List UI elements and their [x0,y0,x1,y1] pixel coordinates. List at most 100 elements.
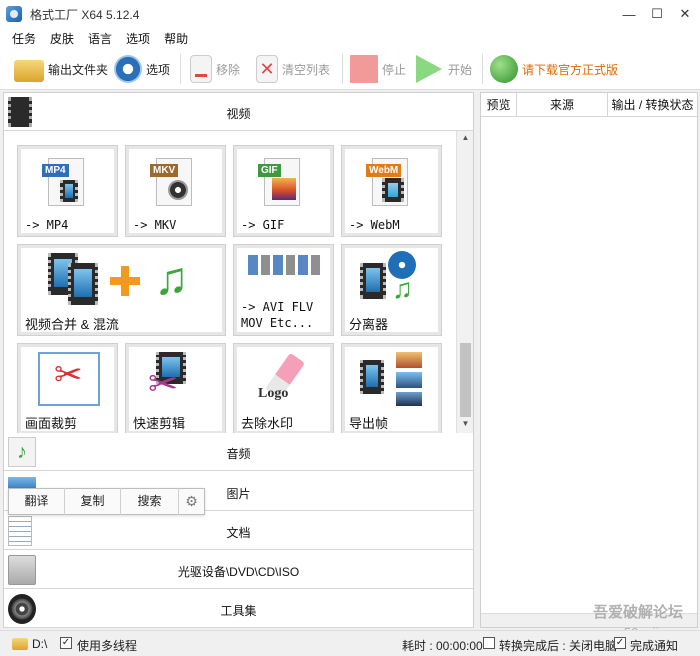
toolbar: 输出文件夹 选项 移除 ✕ 清空列表 停止 开始 请下载官方正式版 [0,48,700,90]
title-bar: 格式工厂 X64 5.12.4 — ☐ ✕ [0,0,700,28]
scissors-icon: ✂ [148,363,179,404]
column-output-status[interactable]: 输出 / 转换状态 [608,93,697,117]
toolbar-separator [180,54,181,84]
options-button[interactable]: 选项 [114,54,170,84]
webm-file-icon: WebM [366,154,410,208]
tile-label: 视频合并 & 混流 [25,317,119,332]
tile-label: 分离器 [349,317,389,332]
gif-tag: GIF [258,164,281,177]
options-gear-icon [114,55,142,83]
tile-remove-watermark[interactable]: Logo 去除水印 [233,343,334,433]
tile-label: -> AVI FLV MOV Etc... [241,300,314,330]
search-button[interactable]: 搜索 [121,488,179,515]
webm-tag: WebM [366,164,402,177]
menu-language[interactable]: 语言 [88,30,112,47]
clear-list-icon: ✕ [256,55,278,83]
tile-label: -> GIF [241,218,285,232]
maximize-button[interactable]: ☐ [642,0,672,28]
menu-bar: 任务 皮肤 语言 选项 帮助 [0,28,700,48]
remove-button[interactable]: 移除 [190,54,240,84]
tile-crop[interactable]: ✂ 画面裁剪 [17,343,118,433]
frames-photo-icon [396,352,422,368]
scroll-up-icon[interactable]: ▲ [457,133,474,145]
category-document[interactable]: 文档 [4,512,473,550]
music-note-icon: ♫ [392,273,413,304]
play-icon [416,55,442,83]
download-official-button[interactable]: 请下载官方正式版 [490,54,618,84]
category-video-label: 视频 [226,107,251,121]
tile-label: -> WebM [349,218,400,232]
notify-checkbox[interactable]: ✓ [614,637,626,649]
function-panel: 视频 MP4 -> MP4 MKV -> MKV GIF -> GIF WebM… [3,92,474,628]
tile-label: -> MKV [133,218,177,232]
column-source[interactable]: 来源 [517,93,608,117]
tile-to-gif[interactable]: GIF -> GIF [233,145,334,237]
clear-list-button[interactable]: ✕ 清空列表 [256,54,330,84]
close-button[interactable]: ✕ [670,0,700,28]
grid-scrollbar[interactable]: ▲ ▼ [456,131,473,433]
tile-to-webm[interactable]: WebM -> WebM [341,145,442,237]
folder-icon [12,638,28,650]
menu-task[interactable]: 任务 [12,30,36,47]
multithread-label: 使用多线程 [77,639,138,653]
category-rom-label: 光驱设备\DVD\CD\ISO [177,565,300,579]
tile-label: 导出帧 [349,416,389,431]
menu-options[interactable]: 选项 [126,30,150,47]
menu-help[interactable]: 帮助 [164,30,188,47]
category-rom-device[interactable]: 光驱设备\DVD\CD\ISO [4,551,473,589]
start-button[interactable]: 开始 [416,54,472,84]
tile-splitter[interactable]: ♫ 分离器 [341,244,442,336]
watermark-text: 吾爱破解论坛 [592,604,683,621]
tile-to-avi-flv-mov[interactable]: -> AVI FLV MOV Etc... [233,244,334,336]
tile-export-frames[interactable]: 导出帧 [341,343,442,433]
mkv-tag: MKV [150,164,179,177]
elapsed-time: 耗时 : 00:00:00 [402,639,483,653]
copy-button[interactable]: 复制 [65,488,121,515]
mp4-tag: MP4 [42,164,69,177]
app-icon [6,6,22,22]
category-audio[interactable]: ♪ 音频 [4,433,473,471]
format-icons-strip [248,255,322,275]
film-strip-icon [360,360,384,394]
film-strip-icon [360,263,386,299]
output-folder-label: 输出文件夹 [48,62,109,77]
translate-button[interactable]: 翻译 [9,488,65,515]
gif-file-icon: GIF [258,154,302,208]
mp4-file-icon: MP4 [42,154,86,208]
mkv-file-icon: MKV [150,154,194,208]
tile-to-mkv[interactable]: MKV -> MKV [125,145,226,237]
stop-button[interactable]: 停止 [350,54,406,84]
category-tools[interactable]: 工具集 [4,590,473,628]
menu-skin[interactable]: 皮肤 [50,30,74,47]
output-folder-button[interactable]: 输出文件夹 [14,54,108,84]
options-label: 选项 [146,62,171,77]
category-audio-label: 音频 [226,447,251,461]
tile-label: 画面裁剪 [25,416,78,431]
task-table-header: 预览 来源 输出 / 转换状态 [481,93,697,117]
video-function-grid: MP4 -> MP4 MKV -> MKV GIF -> GIF WebM ->… [4,131,456,433]
film-strip-icon [68,263,98,305]
tile-video-merge-mux[interactable]: ♫ 视频合并 & 混流 [17,244,226,336]
clear-list-label: 清空列表 [282,62,331,77]
after-complete-checkbox[interactable] [483,637,495,649]
scroll-down-icon[interactable]: ▼ [457,419,474,431]
gear-icon[interactable]: ⚙ [179,488,204,515]
text-action-popup: 翻译 复制 搜索 ⚙ [8,488,205,515]
download-official-label: 请下载官方正式版 [522,62,619,77]
tile-quick-clip[interactable]: ✂ 快速剪辑 [125,343,226,433]
plus-icon-v [121,266,129,296]
globe-download-icon [490,55,518,83]
tile-to-mp4[interactable]: MP4 -> MP4 [17,145,118,237]
multithread-checkbox[interactable]: ✓ [60,637,72,649]
tile-label: -> MP4 [25,218,69,232]
output-path[interactable]: D:\ [32,637,47,651]
toolbar-separator [482,54,483,84]
scissors-icon: ✂ [54,356,83,394]
category-video[interactable]: 视频 [4,93,473,131]
stop-icon [350,55,378,83]
scroll-thumb[interactable] [460,343,471,417]
category-document-label: 文档 [226,526,251,540]
notify-label: 完成通知 [630,639,679,653]
column-preview[interactable]: 预览 [481,93,517,117]
minimize-button[interactable]: — [614,0,644,28]
